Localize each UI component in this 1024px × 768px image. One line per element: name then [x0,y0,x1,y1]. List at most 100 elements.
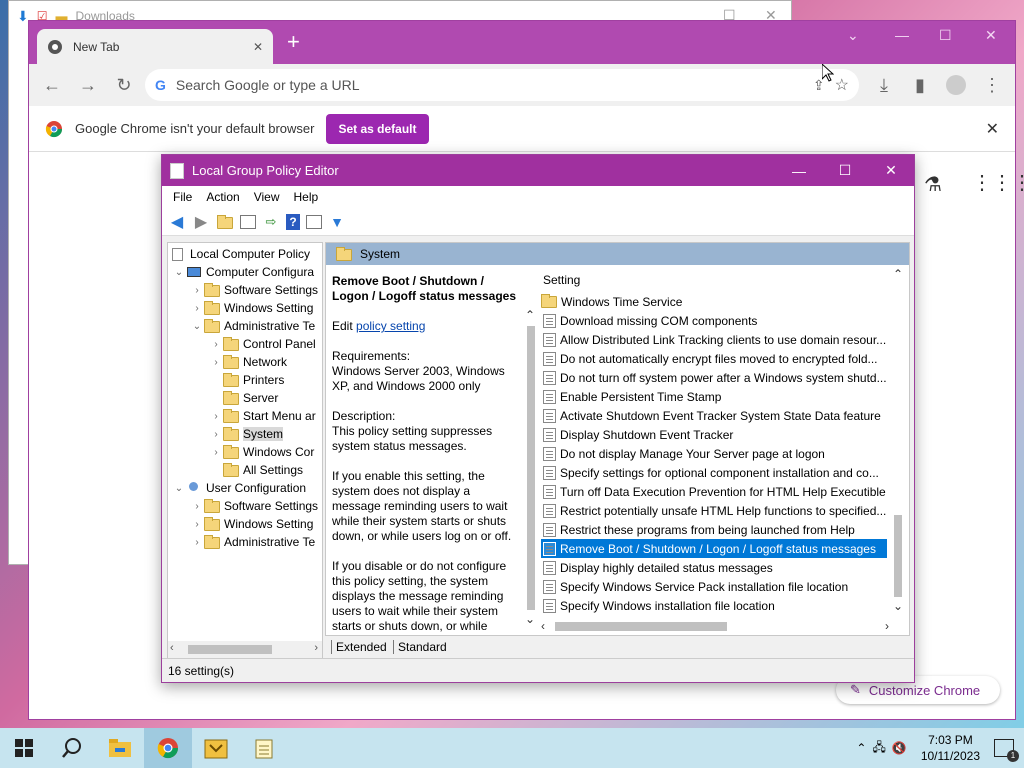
forward-arrow-icon[interactable]: → [73,70,103,100]
scroll-thumb[interactable] [527,326,535,610]
collapse-chevron-icon[interactable]: ⌄ [172,267,186,278]
tree-node-computer-configuration[interactable]: ⌄ Computer Configura [172,263,314,281]
volume-muted-icon[interactable]: 🔇 [892,741,907,755]
tree-horizontal-scrollbar[interactable]: ‹ › [168,641,322,658]
taskbar-notepad[interactable] [240,728,288,768]
tree-node-user-configuration[interactable]: ⌄ User Configuration [172,479,306,497]
list-vertical-scrollbar[interactable]: ⌃ ⌄ [889,267,907,615]
side-panel-icon[interactable]: ▮ [905,70,935,100]
labs-flask-icon[interactable]: ⚗ [924,172,942,197]
omnibox[interactable]: G Search Google or type a URL ⇪ ☆ [145,69,859,101]
tree-node-user-software-settings[interactable]: › Software Settings [190,497,318,515]
expand-chevron-icon[interactable]: › [190,537,204,548]
taskbar-app-yellow[interactable] [192,728,240,768]
expand-chevron-icon[interactable]: › [190,303,204,314]
setting-row[interactable]: Specify settings for optional component … [541,463,887,482]
bookmark-star-icon[interactable]: ☆ [835,75,849,95]
clock[interactable]: 7:03 PM 10/11/2023 [921,732,980,764]
tree-node-network[interactable]: › Network [209,353,287,371]
setting-row[interactable]: Specify Windows Service Pack installatio… [541,577,887,596]
new-tab-plus-icon[interactable]: + [287,31,300,53]
tab-standard[interactable]: Standard [393,640,447,654]
tree-node-windows-components[interactable]: › Windows Cor [209,443,314,461]
description-scrollbar[interactable]: ⌃ ⌄ [523,308,539,635]
expand-chevron-icon[interactable]: › [209,411,223,422]
tab-close-icon[interactable]: ✕ [253,40,263,54]
edit-policy-setting-link[interactable]: policy setting [356,319,425,333]
scroll-left-icon[interactable]: ‹ [170,642,174,654]
chrome-maximize-icon[interactable]: ☐ [939,27,952,44]
notification-center-icon[interactable]: 1 [994,739,1019,762]
setting-row[interactable]: Display highly detailed status messages [541,558,887,577]
scroll-down-icon[interactable]: ⌄ [893,599,903,613]
taskbar-chrome[interactable] [144,728,192,768]
back-arrow-icon[interactable]: ← [37,70,67,100]
setting-row[interactable]: Display Shutdown Event Tracker [541,425,887,444]
gpe-close-icon[interactable]: ✕ [868,155,914,186]
scroll-right-icon[interactable]: › [885,619,889,633]
tree-node-user-administrative-templates[interactable]: › Administrative Te [190,533,315,551]
setting-row[interactable]: Restrict potentially unsafe HTML Help fu… [541,501,887,520]
tree-node-local-computer-policy[interactable]: Local Computer Policy [170,245,310,263]
setting-row[interactable]: Turn off Data Execution Prevention for H… [541,482,887,501]
tree-node-printers[interactable]: Printers [209,371,284,389]
gpe-maximize-icon[interactable]: ☐ [822,155,868,186]
expand-chevron-icon[interactable]: › [209,447,223,458]
tree-node-system[interactable]: › System [209,425,284,443]
show-hidden-icons-chevron-icon[interactable]: ⌃ [856,741,866,755]
setting-row[interactable]: Do not automatically encrypt files moved… [541,349,887,368]
tab-extended[interactable]: Extended [331,640,387,654]
start-button[interactable] [0,728,48,768]
help-icon[interactable]: ? [286,213,300,230]
set-as-default-button[interactable]: Set as default [326,113,429,144]
setting-row[interactable]: Download missing COM components [541,311,887,330]
tree-node-server[interactable]: Server [209,389,278,407]
reload-icon[interactable]: ↻ [109,70,139,100]
up-folder-icon[interactable] [216,213,234,231]
menu-action[interactable]: Action [199,190,246,204]
scroll-thumb[interactable] [894,515,902,597]
expand-chevron-icon[interactable]: › [209,429,223,440]
setting-row[interactable]: Specify Windows installation file locati… [541,596,887,615]
chrome-close-icon[interactable]: ✕ [985,27,997,44]
setting-row[interactable]: Do not display Manage Your Server page a… [541,444,887,463]
setting-row[interactable]: Windows Time Service [541,292,887,311]
scroll-down-icon[interactable]: ⌄ [525,612,535,626]
scroll-right-icon[interactable]: › [314,642,318,654]
setting-row[interactable]: Remove Boot / Shutdown / Logon / Logoff … [541,539,887,558]
scroll-left-icon[interactable]: ‹ [541,619,545,633]
taskbar-file-explorer[interactable] [96,728,144,768]
expand-chevron-icon[interactable]: › [209,339,223,350]
expand-chevron-icon[interactable]: › [190,519,204,530]
tab-search-chevron-icon[interactable]: ⌄ [847,27,859,44]
menu-kebab-icon[interactable]: ⋮ [977,70,1007,100]
network-icon[interactable]: 🖧 [872,738,885,759]
collapse-chevron-icon[interactable]: ⌄ [190,321,204,332]
tree-node-windows-settings[interactable]: › Windows Setting [190,299,313,317]
setting-row[interactable]: Enable Persistent Time Stamp [541,387,887,406]
apps-grid-icon[interactable]: ⋮⋮⋮ [972,170,1024,195]
back-arrow-icon[interactable]: ◀ [168,213,186,231]
gpe-minimize-icon[interactable]: — [776,155,822,186]
expand-chevron-icon[interactable]: › [209,357,223,368]
infobar-close-icon[interactable]: ✕ [986,119,999,139]
forward-arrow-icon[interactable]: ▶ [192,213,210,231]
show-hide-tree-icon[interactable] [240,214,256,229]
expand-chevron-icon[interactable]: › [190,285,204,296]
tree-node-start-menu[interactable]: › Start Menu ar [209,407,316,425]
export-list-icon[interactable]: ⇨ [262,213,280,231]
search-button[interactable] [48,728,96,768]
chrome-minimize-icon[interactable]: — [895,27,909,43]
menu-file[interactable]: File [166,190,199,204]
list-horizontal-scrollbar[interactable]: ‹ › [541,618,893,635]
expand-chevron-icon[interactable]: › [190,501,204,512]
scroll-up-icon[interactable]: ⌃ [525,308,535,322]
setting-row[interactable]: Do not turn off system power after a Win… [541,368,887,387]
scroll-up-icon[interactable]: ⌃ [893,267,903,281]
tree-node-software-settings[interactable]: › Software Settings [190,281,318,299]
properties-icon[interactable] [306,214,322,229]
download-icon[interactable]: ⤓ [869,70,899,100]
scroll-thumb[interactable] [188,645,272,654]
menu-view[interactable]: View [247,190,287,204]
tab-new-tab[interactable]: New Tab ✕ [37,29,273,64]
